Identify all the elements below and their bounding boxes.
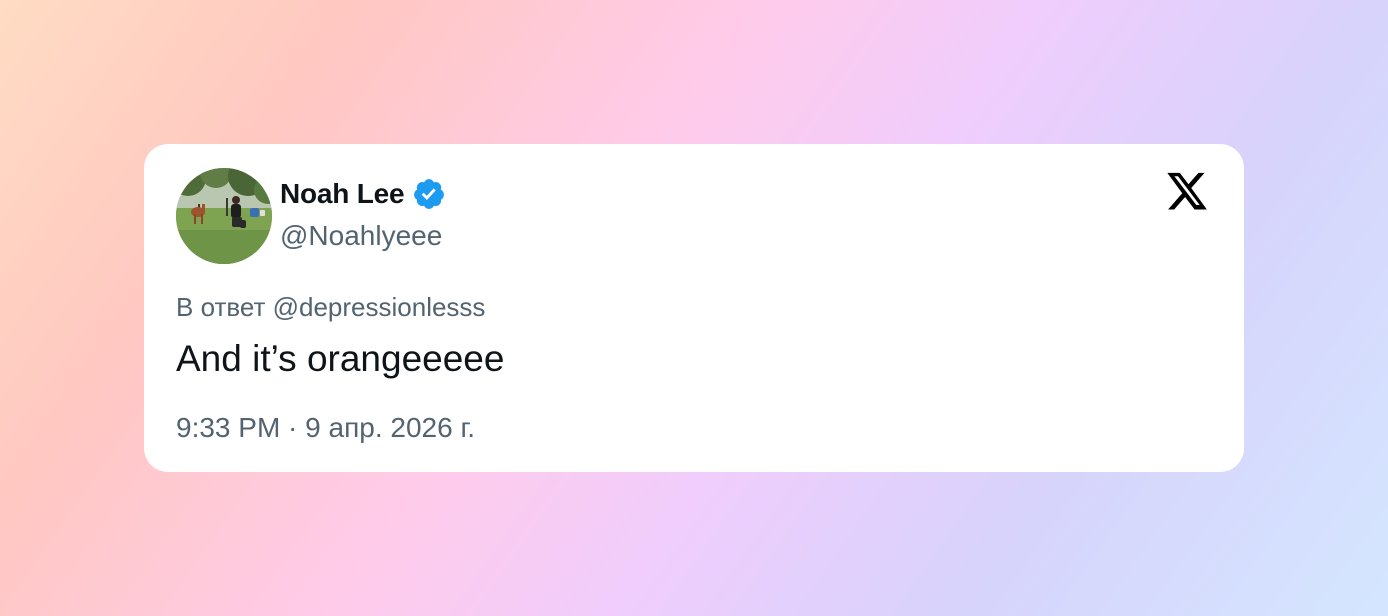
author-display-name[interactable]: Noah Lee — [280, 178, 405, 210]
avatar-photo — [176, 168, 272, 264]
reply-context[interactable]: В ответ @depressionlesss — [176, 292, 485, 323]
tweet-card: Noah Lee @Noahlyeee В ответ @depressionl… — [144, 144, 1244, 472]
verified-badge-icon — [414, 179, 445, 209]
tweet-text: And it’s orangeeeee — [176, 338, 505, 379]
avatar[interactable] — [176, 168, 272, 264]
author-handle[interactable]: @Noahlyeee — [280, 220, 442, 252]
x-logo-icon[interactable] — [1165, 172, 1209, 214]
author-row: Noah Lee — [280, 174, 446, 214]
tweet-timestamp[interactable]: 9:33 PM · 9 апр. 2026 г. — [176, 412, 475, 444]
